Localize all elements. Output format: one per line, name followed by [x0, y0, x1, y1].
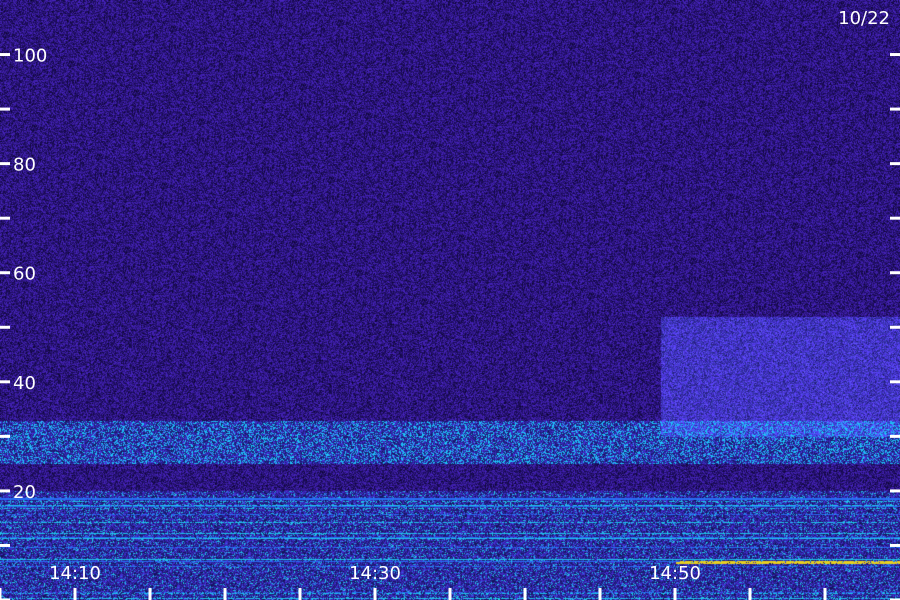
y-tick-label-3: 80 — [13, 155, 36, 176]
y-tick-label-0: 20 — [13, 482, 36, 503]
x-tick-label-1: 14:30 — [349, 563, 401, 584]
x-axis: 14:10 14:30 14:50 — [0, 563, 827, 600]
x-tick-label-0: 14:10 — [49, 563, 101, 584]
spectrogram-chart: 20 40 60 80 100 14:10 14:30 14:50 10/22 — [0, 0, 900, 600]
x-tick-label-2: 14:50 — [649, 563, 701, 584]
axes-overlay: 20 40 60 80 100 14:10 14:30 14:50 10/22 — [0, 8, 900, 600]
y-tick-label-4: 100 — [13, 46, 47, 67]
date-label: 10/22 — [838, 8, 890, 29]
y-tick-label-1: 40 — [13, 373, 36, 394]
y-tick-label-2: 60 — [13, 264, 36, 285]
y-axis: 20 40 60 80 100 — [0, 46, 900, 600]
